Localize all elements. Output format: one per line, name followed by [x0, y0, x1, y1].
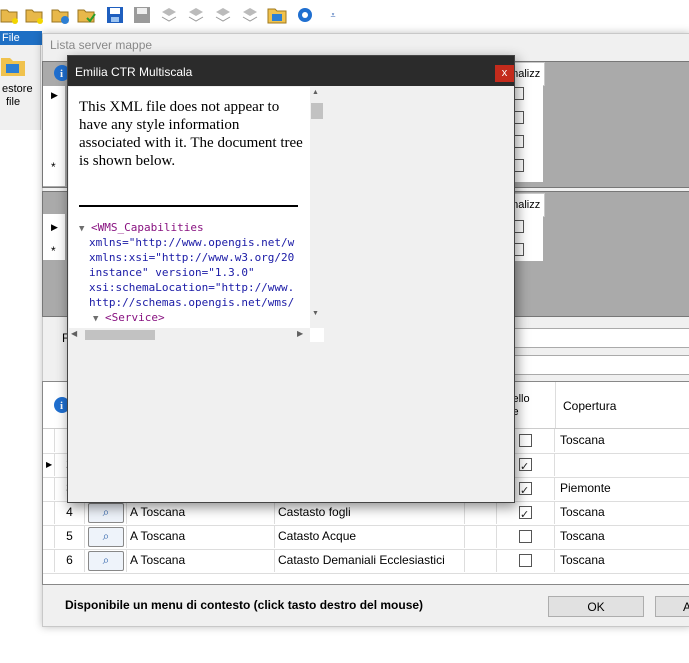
checkbox[interactable] [519, 480, 532, 500]
scroll-up-icon[interactable]: ▲ [312, 89, 322, 96]
row-marker [43, 429, 55, 452]
search-input[interactable] [513, 355, 689, 375]
row-number: 4 [55, 501, 85, 524]
scroll-right-icon[interactable]: ▶ [297, 329, 303, 338]
context-menu-hint: Disponibile un menu di contesto (click t… [65, 598, 424, 612]
xml-viewer[interactable]: This XML file does not appear to have an… [69, 87, 324, 342]
file-restore-panel[interactable]: estore file [0, 45, 41, 130]
table-row[interactable]: 4⌕A ToscanaCastasto fogli Toscana [43, 501, 689, 526]
save-disabled-icon [132, 5, 152, 25]
checkbox[interactable] [519, 554, 532, 567]
map-button[interactable]: ⌕ [85, 501, 127, 524]
scroll-down-icon[interactable]: ▼ [312, 310, 322, 317]
filter-input[interactable] [513, 328, 689, 348]
layers-disabled-icon [186, 5, 206, 25]
xml-line: instance" version="1.3.0" [89, 266, 255, 279]
cancel-button[interactable]: A [655, 596, 689, 617]
map-search-icon: ⌕ [88, 527, 124, 547]
horizontal-scrollbar[interactable]: ◀ ▶ [69, 328, 310, 342]
svg-text:i: i [60, 400, 63, 412]
coverage-cell: Toscana [555, 549, 689, 572]
map-button[interactable]: ⌕ [85, 525, 127, 548]
coverage-cell: Piemonte [555, 477, 689, 500]
gear-icon[interactable] [295, 5, 315, 25]
xml-line: xsi:schemaLocation="http://www. [89, 281, 295, 294]
expand-triangle-icon[interactable]: ▼ [79, 224, 84, 234]
row-marker: * [51, 160, 56, 174]
map-search-icon: ⌕ [88, 503, 124, 523]
column-header-coverage[interactable]: Copertura [563, 399, 616, 413]
folder-icon [0, 55, 26, 80]
scroll-thumb[interactable] [311, 103, 323, 119]
map-name: Castasto fogli [275, 501, 465, 524]
map-name: Catasto Demaniali Ecclesiastici [275, 549, 465, 572]
folder-icon[interactable] [267, 5, 287, 25]
map-search-icon: ⌕ [88, 551, 124, 571]
row-number: 6 [55, 549, 85, 572]
dropdown-arrow-icon[interactable]: ⩡ [327, 5, 339, 25]
row-marker [43, 549, 55, 572]
coverage-cell: Toscana [555, 501, 689, 524]
row-marker [43, 477, 55, 500]
panel-label-line1: estore [2, 83, 33, 95]
open-folder-icon[interactable] [25, 5, 45, 25]
checklist-folder-icon[interactable] [77, 5, 97, 25]
row-marker: * [51, 244, 56, 258]
checkbox[interactable] [519, 456, 532, 476]
layers-disabled-icon [159, 5, 179, 25]
toolbar: ⩡ [0, 0, 689, 30]
map-name: Catasto Acque [275, 525, 465, 548]
panel-label-line2: file [6, 96, 21, 108]
vertical-scrollbar[interactable]: ▲ ▼ [310, 87, 324, 328]
level-cell [497, 549, 555, 572]
row-marker: ▶ [51, 90, 58, 100]
row-marker: ▶ [51, 222, 58, 232]
level-cell [497, 501, 555, 524]
row-marker [43, 525, 55, 548]
dialog-title: Lista server mappe [50, 38, 153, 52]
layers-disabled-icon [240, 5, 260, 25]
level-cell [497, 525, 555, 548]
ok-button[interactable]: OK [548, 596, 644, 617]
row-marker: ▶ [43, 453, 55, 476]
divider [79, 205, 298, 207]
checkbox[interactable] [519, 504, 532, 524]
server-name: A Toscana [127, 501, 275, 524]
svg-text:i: i [60, 68, 63, 80]
map-button[interactable]: ⌕ [85, 549, 127, 572]
xml-popup-window[interactable]: Emilia CTR Multiscala x This XML file do… [67, 55, 515, 503]
settings-folder-icon[interactable] [51, 5, 71, 25]
row-number: 5 [55, 525, 85, 548]
row-marker [43, 501, 55, 524]
xml-line: http://schemas.opengis.net/wms/ [89, 296, 295, 309]
server-name: A Toscana [127, 525, 275, 548]
expand-triangle-icon[interactable]: ▼ [93, 314, 98, 324]
xml-line: xmlns:xsi="http://www.w3.org/20 [89, 251, 295, 264]
checkbox[interactable] [519, 530, 532, 543]
server-name: A Toscana [127, 549, 275, 572]
file-tab[interactable]: File [0, 31, 42, 45]
close-button[interactable]: x [495, 65, 514, 82]
popup-title: Emilia CTR Multiscala [75, 65, 193, 79]
open-folder-icon[interactable] [0, 5, 20, 25]
checkbox[interactable] [519, 434, 532, 447]
scroll-left-icon[interactable]: ◀ [71, 329, 77, 338]
xml-style-notice: This XML file does not appear to have an… [79, 99, 303, 169]
table-row[interactable]: 5 ⌕ A Toscana Catasto Acque Toscana [43, 525, 689, 550]
coverage-cell [555, 453, 689, 476]
save-icon[interactable] [105, 5, 125, 25]
scroll-thumb[interactable] [85, 330, 155, 340]
layers-disabled-icon [213, 5, 233, 25]
xml-line: xmlns="http://www.opengis.net/w [89, 236, 295, 249]
coverage-cell: Toscana [555, 525, 689, 548]
coverage-cell: Toscana [555, 429, 689, 452]
table-row[interactable]: 6 ⌕ A Toscana Catasto Demaniali Ecclesiasti… [43, 549, 689, 574]
